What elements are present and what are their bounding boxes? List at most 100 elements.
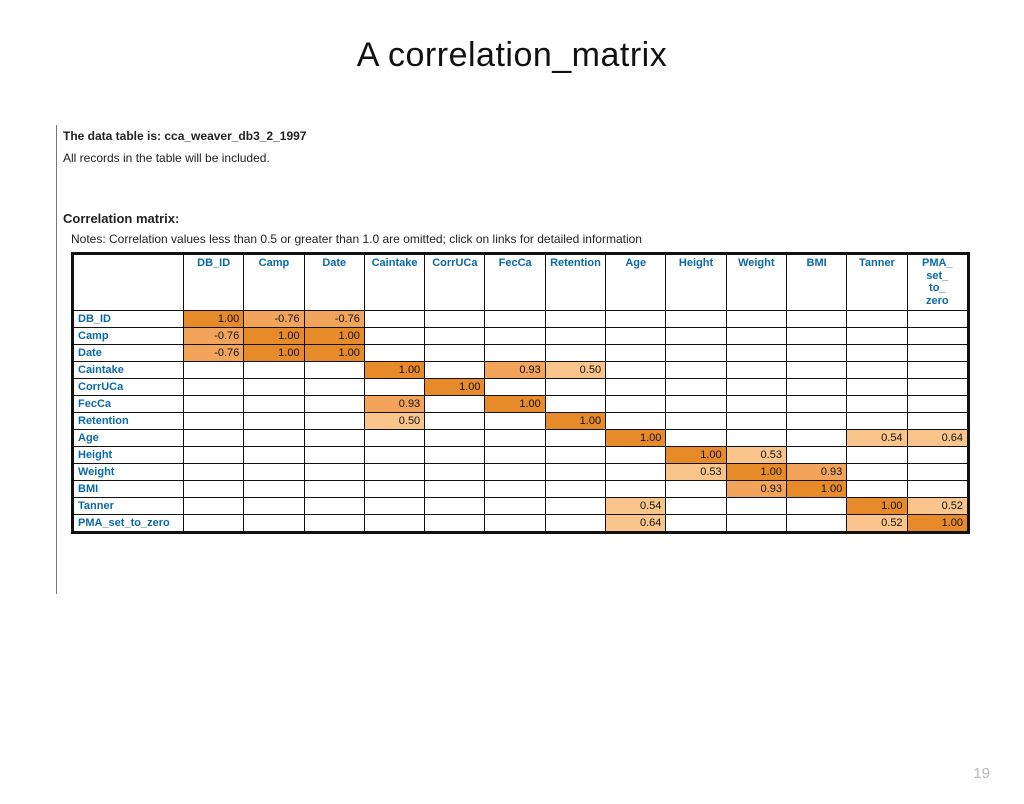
matrix-cell[interactable]: 1.00 bbox=[606, 429, 666, 446]
matrix-cell bbox=[184, 497, 244, 514]
matrix-cell[interactable]: -0.76 bbox=[304, 310, 364, 327]
matrix-cell bbox=[364, 514, 424, 531]
row-header[interactable]: BMI bbox=[74, 480, 184, 497]
matrix-cell[interactable]: 0.53 bbox=[726, 446, 786, 463]
matrix-cell bbox=[606, 378, 666, 395]
matrix-cell[interactable]: 1.00 bbox=[244, 327, 304, 344]
matrix-cell[interactable]: 0.53 bbox=[666, 463, 726, 480]
matrix-cell bbox=[545, 446, 605, 463]
matrix-cell[interactable]: 1.00 bbox=[425, 378, 485, 395]
matrix-cell[interactable]: 1.00 bbox=[907, 514, 967, 531]
matrix-cell bbox=[425, 310, 485, 327]
row-header[interactable]: FecCa bbox=[74, 395, 184, 412]
matrix-cell bbox=[666, 395, 726, 412]
col-header[interactable]: Retention bbox=[545, 255, 605, 311]
matrix-cell[interactable]: 1.00 bbox=[545, 412, 605, 429]
row-header[interactable]: Age bbox=[74, 429, 184, 446]
matrix-cell bbox=[425, 429, 485, 446]
matrix-cell bbox=[545, 344, 605, 361]
matrix-cell bbox=[545, 480, 605, 497]
matrix-cell bbox=[786, 327, 846, 344]
row-header[interactable]: Retention bbox=[74, 412, 184, 429]
matrix-cell[interactable]: 0.93 bbox=[364, 395, 424, 412]
matrix-cell[interactable]: 0.93 bbox=[786, 463, 846, 480]
matrix-cell bbox=[666, 378, 726, 395]
matrix-cell bbox=[485, 446, 545, 463]
matrix-cell[interactable]: 1.00 bbox=[184, 310, 244, 327]
matrix-cell[interactable]: 0.93 bbox=[726, 480, 786, 497]
matrix-cell[interactable]: 0.64 bbox=[907, 429, 967, 446]
matrix-cell[interactable]: 1.00 bbox=[364, 361, 424, 378]
matrix-cell bbox=[907, 378, 967, 395]
col-header[interactable]: PMA_set_to_zero bbox=[907, 255, 967, 311]
data-table-name: cca_weaver_db3_2_1997 bbox=[164, 129, 306, 143]
row-header[interactable]: Camp bbox=[74, 327, 184, 344]
matrix-cell bbox=[726, 327, 786, 344]
row-header[interactable]: CorrUCa bbox=[74, 378, 184, 395]
matrix-cell bbox=[304, 514, 364, 531]
col-header[interactable]: BMI bbox=[786, 255, 846, 311]
matrix-cell bbox=[304, 480, 364, 497]
matrix-cell bbox=[786, 310, 846, 327]
matrix-cell bbox=[847, 361, 907, 378]
col-header[interactable]: Age bbox=[606, 255, 666, 311]
matrix-cell[interactable]: 1.00 bbox=[786, 480, 846, 497]
matrix-cell bbox=[485, 344, 545, 361]
matrix-cell[interactable]: 1.00 bbox=[304, 344, 364, 361]
matrix-cell bbox=[364, 480, 424, 497]
matrix-cell bbox=[244, 497, 304, 514]
matrix-cell[interactable]: 1.00 bbox=[244, 344, 304, 361]
matrix-cell[interactable]: 0.54 bbox=[847, 429, 907, 446]
matrix-cell bbox=[304, 463, 364, 480]
matrix-cell bbox=[244, 412, 304, 429]
col-header[interactable]: Camp bbox=[244, 255, 304, 311]
matrix-cell bbox=[244, 361, 304, 378]
col-header[interactable]: CorrUCa bbox=[425, 255, 485, 311]
matrix-cell[interactable]: 0.52 bbox=[847, 514, 907, 531]
row-header[interactable]: DB_ID bbox=[74, 310, 184, 327]
table-row: DB_ID1.00-0.76-0.76 bbox=[74, 310, 968, 327]
matrix-cell[interactable]: -0.76 bbox=[184, 344, 244, 361]
col-header[interactable]: FecCa bbox=[485, 255, 545, 311]
row-header[interactable]: Height bbox=[74, 446, 184, 463]
row-header[interactable]: Tanner bbox=[74, 497, 184, 514]
matrix-cell bbox=[545, 327, 605, 344]
col-header[interactable]: Date bbox=[304, 255, 364, 311]
matrix-cell bbox=[425, 463, 485, 480]
matrix-cell bbox=[304, 378, 364, 395]
matrix-cell bbox=[184, 514, 244, 531]
table-row: Caintake 1.00 0.930.50 bbox=[74, 361, 968, 378]
matrix-cell bbox=[666, 344, 726, 361]
matrix-cell[interactable]: 1.00 bbox=[666, 446, 726, 463]
matrix-cell[interactable]: 0.93 bbox=[485, 361, 545, 378]
matrix-cell[interactable]: 1.00 bbox=[726, 463, 786, 480]
row-header[interactable]: PMA_set_to_zero bbox=[74, 514, 184, 531]
row-header[interactable]: Caintake bbox=[74, 361, 184, 378]
matrix-cell[interactable]: 0.50 bbox=[545, 361, 605, 378]
matrix-cell bbox=[425, 446, 485, 463]
matrix-cell bbox=[244, 480, 304, 497]
matrix-cell bbox=[304, 361, 364, 378]
col-header[interactable]: Caintake bbox=[364, 255, 424, 311]
col-header[interactable]: Height bbox=[666, 255, 726, 311]
matrix-cell[interactable]: -0.76 bbox=[184, 327, 244, 344]
matrix-cell[interactable]: 0.50 bbox=[364, 412, 424, 429]
matrix-cell[interactable]: 0.54 bbox=[606, 497, 666, 514]
row-header[interactable]: Weight bbox=[74, 463, 184, 480]
matrix-cell bbox=[425, 361, 485, 378]
row-header[interactable]: Date bbox=[74, 344, 184, 361]
matrix-cell bbox=[364, 463, 424, 480]
col-header[interactable]: DB_ID bbox=[184, 255, 244, 311]
matrix-cell[interactable]: 0.64 bbox=[606, 514, 666, 531]
matrix-cell[interactable]: 1.00 bbox=[485, 395, 545, 412]
matrix-cell[interactable]: 1.00 bbox=[847, 497, 907, 514]
matrix-cell bbox=[425, 480, 485, 497]
matrix-cell bbox=[786, 429, 846, 446]
col-header[interactable]: Weight bbox=[726, 255, 786, 311]
matrix-cell[interactable]: 0.52 bbox=[907, 497, 967, 514]
matrix-cell bbox=[244, 514, 304, 531]
matrix-cell[interactable]: -0.76 bbox=[244, 310, 304, 327]
matrix-cell[interactable]: 1.00 bbox=[304, 327, 364, 344]
col-header[interactable]: Tanner bbox=[847, 255, 907, 311]
matrix-cell bbox=[786, 361, 846, 378]
